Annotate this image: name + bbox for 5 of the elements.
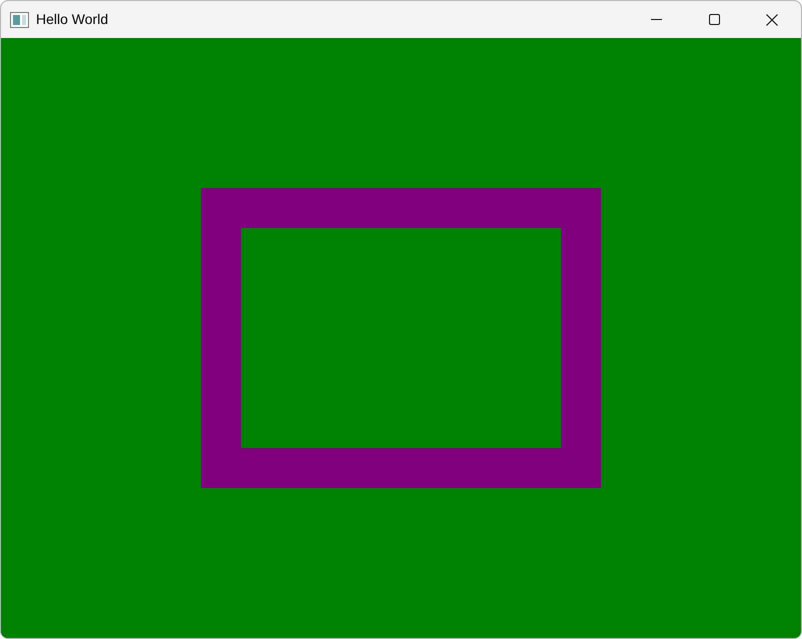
maximize-icon <box>708 14 720 25</box>
app-icon <box>10 12 29 28</box>
window-title: Hello World <box>36 10 108 29</box>
close-icon <box>766 14 778 26</box>
minimize-icon <box>650 19 662 20</box>
